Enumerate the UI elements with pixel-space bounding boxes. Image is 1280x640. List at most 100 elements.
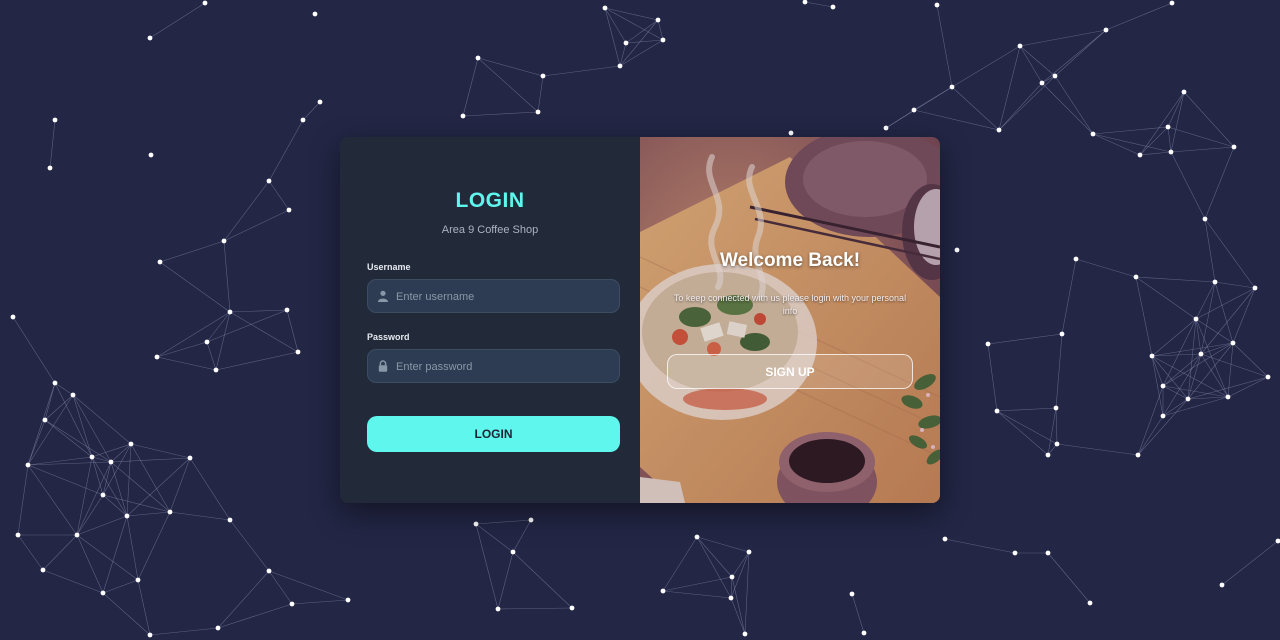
- network-link: [1041, 29, 1107, 84]
- password-field[interactable]: [367, 349, 620, 384]
- network-link: [268, 180, 290, 211]
- network-link: [72, 394, 93, 458]
- network-node: [1252, 285, 1258, 291]
- network-link: [462, 111, 539, 117]
- network-node: [473, 521, 479, 527]
- network-link: [1167, 91, 1185, 128]
- network-node: [147, 632, 153, 638]
- network-node: [317, 99, 323, 105]
- network-node: [312, 11, 318, 17]
- user-icon: [378, 290, 388, 302]
- network-link: [1200, 353, 1229, 398]
- network-link: [998, 45, 1021, 131]
- network-node: [528, 517, 534, 523]
- network-node: [1230, 340, 1236, 346]
- network-node: [100, 590, 106, 596]
- network-node: [911, 107, 917, 113]
- network-link: [996, 410, 1049, 456]
- network-link: [72, 394, 112, 463]
- network-link: [189, 457, 231, 521]
- network-link: [286, 309, 299, 353]
- network-node: [1169, 0, 1175, 6]
- network-link: [512, 551, 573, 609]
- username-field[interactable]: [367, 279, 620, 314]
- network-link: [662, 536, 698, 592]
- network-link: [1047, 407, 1057, 456]
- login-button[interactable]: LOGIN: [367, 416, 620, 452]
- network-node: [128, 441, 134, 447]
- network-link: [996, 410, 1058, 445]
- network-node: [266, 568, 272, 574]
- network-link: [27, 464, 104, 496]
- network-link: [27, 464, 78, 536]
- network-link: [268, 119, 304, 182]
- network-link: [1047, 552, 1091, 604]
- network-node: [42, 417, 48, 423]
- network-node: [623, 40, 629, 46]
- network-link: [156, 356, 217, 371]
- network-node: [148, 152, 154, 158]
- network-link: [169, 511, 231, 521]
- network-link: [1135, 276, 1216, 283]
- network-link: [1200, 281, 1216, 355]
- network-link: [110, 443, 132, 463]
- network-link: [1195, 287, 1256, 320]
- network-link: [1056, 443, 1139, 456]
- network-node: [694, 534, 700, 540]
- sign-up-button[interactable]: SIGN UP: [667, 354, 913, 389]
- network-link: [1170, 146, 1235, 153]
- network-node: [1103, 27, 1109, 33]
- lock-icon: [378, 360, 388, 372]
- network-node: [1052, 73, 1058, 79]
- network-link: [1137, 385, 1164, 456]
- password-input[interactable]: [394, 350, 613, 384]
- network-link: [27, 394, 74, 466]
- network-link: [229, 519, 270, 572]
- network-node: [284, 307, 290, 313]
- network-node: [985, 341, 991, 347]
- network-node: [147, 35, 153, 41]
- login-title: LOGIN: [455, 189, 525, 212]
- network-node: [1231, 144, 1237, 150]
- network-link: [44, 419, 93, 458]
- network-link: [1214, 281, 1256, 289]
- network-link: [159, 261, 231, 313]
- network-node: [10, 314, 16, 320]
- network-node: [1160, 383, 1166, 389]
- network-link: [223, 240, 231, 313]
- password-label: Password: [367, 332, 410, 342]
- network-link: [1167, 126, 1235, 148]
- welcome-message: To keep connected with us please login w…: [673, 293, 907, 316]
- network-node: [40, 567, 46, 573]
- network-link: [998, 82, 1043, 131]
- network-link: [1232, 342, 1269, 378]
- username-input[interactable]: [394, 280, 613, 314]
- network-node: [1054, 441, 1060, 447]
- network-link: [1167, 126, 1172, 153]
- network-link: [223, 209, 290, 242]
- network-link: [102, 515, 128, 594]
- network-node: [954, 247, 960, 253]
- network-link: [44, 419, 112, 463]
- network-link: [229, 311, 299, 353]
- network-node: [74, 532, 80, 538]
- network-node: [1198, 351, 1204, 357]
- network-link: [156, 341, 208, 358]
- network-link: [1137, 415, 1164, 456]
- network-node: [728, 595, 734, 601]
- network-node: [788, 130, 794, 136]
- network-node: [729, 574, 735, 580]
- network-link: [1204, 218, 1216, 283]
- network-link: [1092, 133, 1172, 153]
- network-link: [215, 351, 299, 371]
- network-link: [102, 592, 151, 636]
- network-link: [137, 511, 171, 581]
- network-node: [1053, 405, 1059, 411]
- network-node: [1045, 550, 1051, 556]
- network-node: [1181, 89, 1187, 95]
- network-node: [849, 591, 855, 597]
- network-link: [1061, 258, 1077, 335]
- network-link: [744, 551, 750, 635]
- shop-name: Area 9 Coffee Shop: [441, 224, 539, 236]
- network-node: [221, 238, 227, 244]
